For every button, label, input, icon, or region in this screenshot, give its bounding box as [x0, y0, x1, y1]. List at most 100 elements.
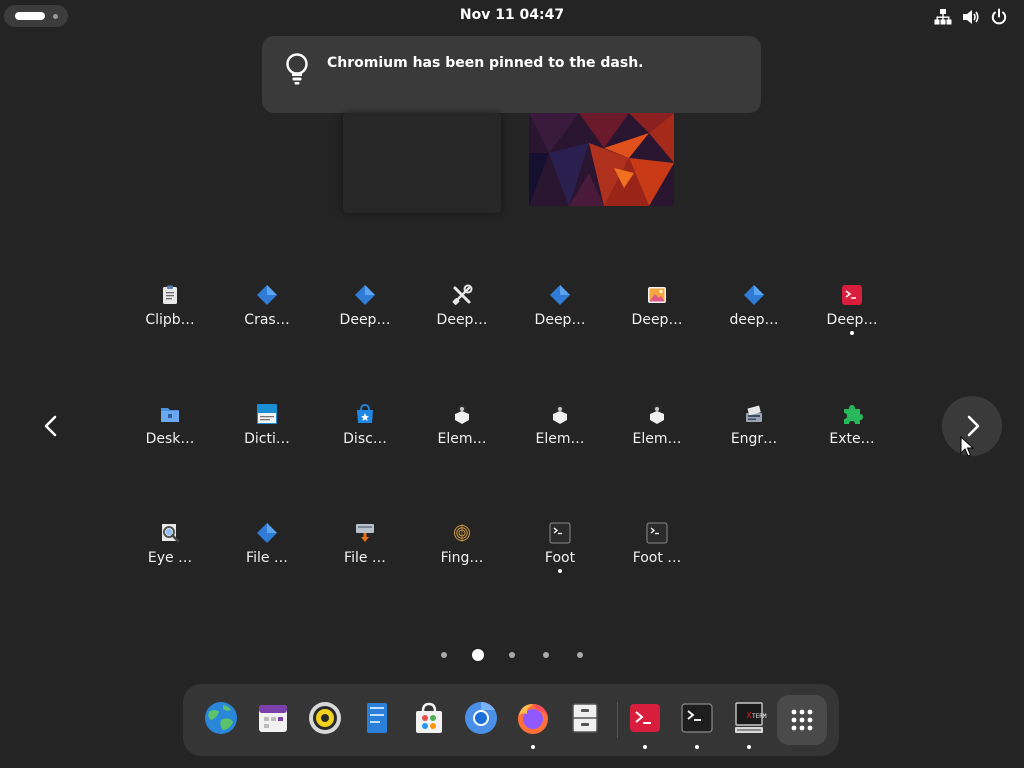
document-viewer-icon[interactable] [359, 700, 395, 736]
app-icon[interactable]: Deep… [807, 284, 897, 344]
deepin-diamond-icon [257, 285, 277, 305]
page-dot[interactable] [441, 652, 447, 658]
element-icon [650, 405, 664, 424]
running-indicator [695, 745, 699, 749]
deepin-terminal-icon [842, 285, 862, 305]
fingerprint-icon [452, 523, 472, 543]
notification-message: Chromium has been pinned to the dash. [327, 55, 644, 71]
page-dot[interactable] [577, 652, 583, 658]
running-indicator [643, 745, 647, 749]
image-viewer-icon [648, 287, 666, 303]
app-label: Elem… [632, 431, 682, 447]
app-icon[interactable]: Clipb… [125, 284, 215, 344]
volume-icon[interactable] [962, 8, 980, 26]
activities-button[interactable] [4, 5, 68, 27]
app-icon[interactable]: Deep… [320, 284, 410, 344]
foot-terminal-icon[interactable] [679, 700, 715, 736]
running-indicator [558, 569, 562, 573]
app-label: Dicti… [244, 431, 290, 447]
page-dot-active[interactable] [472, 649, 484, 661]
power-icon[interactable] [990, 8, 1008, 26]
rhythmbox-icon[interactable] [307, 700, 343, 736]
workspace-thumbnail-2[interactable] [529, 113, 674, 206]
app-icon[interactable]: Foot [515, 522, 605, 582]
running-indicator [850, 331, 854, 335]
app-label: Elem… [437, 431, 487, 447]
app-icon[interactable]: Cras… [222, 284, 312, 344]
web-browser-globe-icon[interactable] [203, 700, 239, 736]
chromium-icon[interactable] [463, 700, 499, 736]
firefox-icon[interactable] [515, 700, 551, 736]
eye-of-gnome-icon [162, 524, 180, 543]
software-store-icon [357, 404, 373, 423]
app-icon[interactable]: Dicti… [222, 403, 312, 463]
app-icon[interactable]: deep… [709, 284, 799, 344]
notification-banner[interactable]: Chromium has been pinned to the dash. [262, 36, 761, 113]
file-transfer-icon [356, 524, 374, 542]
app-icon[interactable]: File … [320, 522, 410, 582]
app-icon[interactable]: Deep… [515, 284, 605, 344]
app-icon[interactable]: Foot … [612, 522, 702, 582]
engrampa-icon [746, 405, 762, 422]
xterm-icon[interactable]: X TERM [731, 700, 767, 736]
show-apps-button[interactable] [777, 695, 827, 745]
element-icon [553, 405, 567, 424]
chevron-left-icon [44, 415, 57, 437]
app-icon[interactable]: Elem… [417, 403, 507, 463]
app-label: Eye … [147, 550, 193, 566]
workspace-thumbnail-1[interactable] [343, 113, 501, 213]
deepin-diamond-icon [355, 285, 375, 305]
app-icon[interactable]: Exte… [807, 403, 897, 463]
grid-icon [791, 709, 813, 731]
top-bar: Nov 11 04:47 [0, 0, 1024, 32]
app-label: File … [246, 550, 288, 566]
app-icon[interactable]: Disc… [320, 403, 410, 463]
app-icon[interactable]: Elem… [515, 403, 605, 463]
app-icon[interactable]: File … [222, 522, 312, 582]
page-indicator [430, 645, 600, 665]
app-icon[interactable]: Desk… [125, 403, 215, 463]
deepin-diamond-icon [550, 285, 570, 305]
puzzle-piece-icon [844, 405, 863, 424]
clipboard-icon [163, 285, 177, 304]
dash-separator [617, 702, 618, 738]
app-label: Cras… [244, 312, 290, 328]
folder-icon [161, 408, 179, 422]
app-label: Exte… [829, 431, 875, 447]
app-icon[interactable]: Engr… [709, 403, 799, 463]
app-label: Clipb… [145, 312, 195, 328]
deepin-diamond-icon [257, 523, 277, 543]
app-label: Deep… [631, 312, 683, 328]
lightbulb-icon [286, 53, 308, 85]
dash: X TERM [183, 684, 839, 756]
app-label: Engr… [730, 431, 778, 447]
file-cabinet-icon[interactable] [567, 700, 603, 736]
foot-terminal-icon [549, 522, 571, 544]
app-icon[interactable]: Elem… [612, 403, 702, 463]
software-center-icon[interactable] [411, 700, 447, 736]
app-label: Foot [544, 550, 576, 566]
deepin-terminal-icon[interactable] [627, 700, 663, 736]
dictionary-icon [257, 404, 277, 424]
app-icon[interactable]: Fing… [417, 522, 507, 582]
svg-text:X: X [747, 711, 752, 720]
app-label: Foot … [632, 550, 682, 566]
network-wired-icon[interactable] [934, 8, 952, 26]
previous-page-button[interactable] [28, 400, 72, 452]
page-dot[interactable] [509, 652, 515, 658]
calendar-icon[interactable] [255, 700, 291, 736]
app-label: Deep… [436, 312, 488, 328]
app-icon[interactable]: Deep… [417, 284, 507, 344]
mouse-cursor-icon [960, 436, 974, 457]
app-icon[interactable]: Deep… [612, 284, 702, 344]
deepin-diamond-icon [744, 285, 764, 305]
app-label: Elem… [535, 431, 585, 447]
app-label: File … [344, 550, 386, 566]
clock[interactable]: Nov 11 04:47 [412, 7, 612, 23]
foot-terminal-icon [646, 522, 668, 544]
workspace-indicator [53, 14, 58, 19]
running-indicator [531, 745, 535, 749]
page-dot[interactable] [543, 652, 549, 658]
app-icon[interactable]: Eye … [125, 522, 215, 582]
tools-icon [452, 284, 473, 305]
